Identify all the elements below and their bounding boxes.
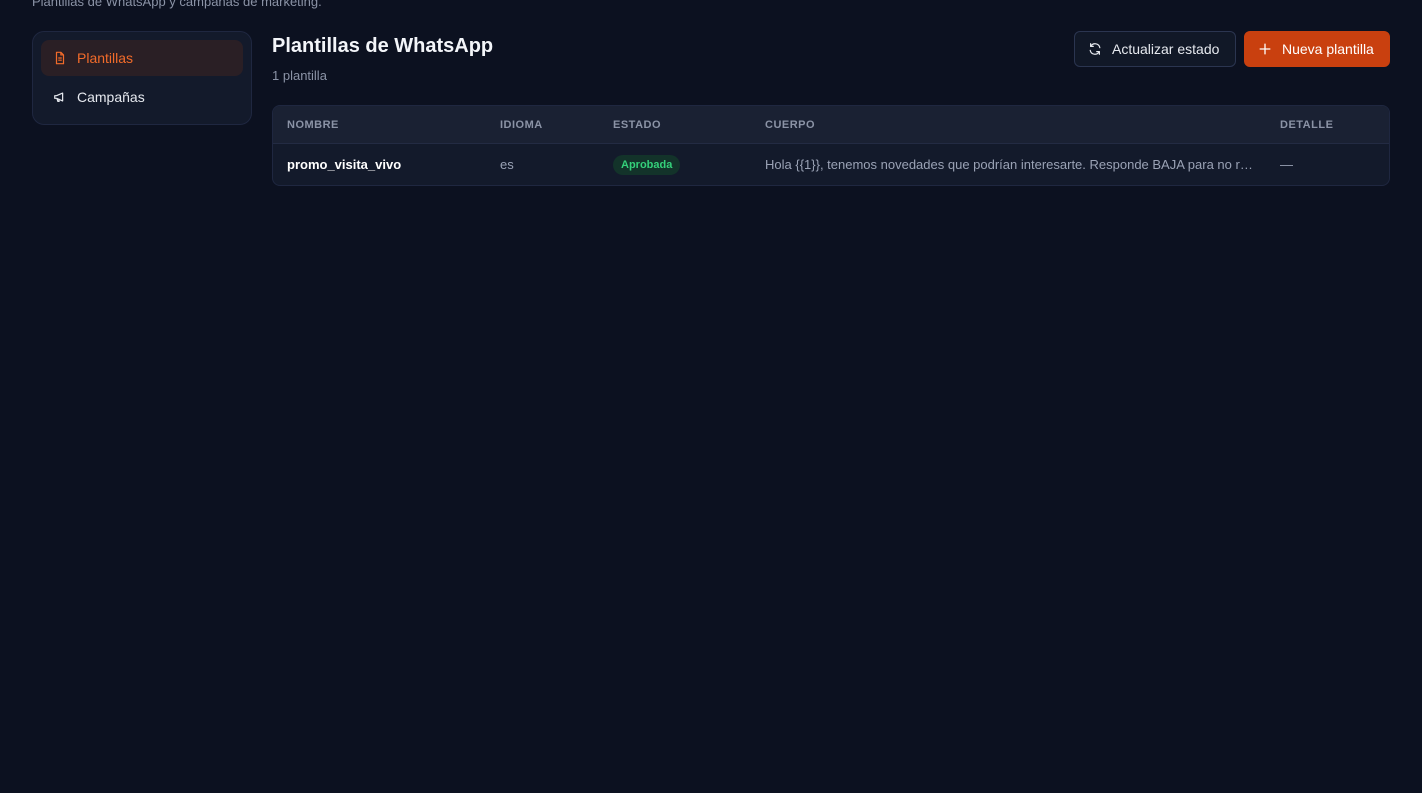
- table-row[interactable]: promo_visita_vivo es Aprobada Hola {{1}}…: [273, 144, 1389, 185]
- sidebar-item-plantillas[interactable]: Plantillas: [41, 40, 243, 76]
- sidebar-item-campanas[interactable]: Campañas: [41, 79, 243, 115]
- template-name: promo_visita_vivo: [287, 157, 402, 172]
- refresh-status-button[interactable]: Actualizar estado: [1074, 31, 1236, 67]
- plus-icon: [1259, 43, 1271, 55]
- status-badge: Aprobada: [613, 155, 681, 175]
- template-count: 1 plantilla: [272, 68, 327, 83]
- page-subtitle: Plantillas de WhatsApp y campañas de mar…: [32, 0, 322, 9]
- template-language: es: [500, 157, 514, 172]
- column-header-detalle[interactable]: DETALLE: [1280, 119, 1333, 131]
- template-body: Hola {{1}}, tenemos novedades que podría…: [765, 157, 1255, 172]
- new-template-label: Nueva plantilla: [1282, 41, 1374, 57]
- column-header-nombre[interactable]: NOMBRE: [287, 119, 339, 131]
- templates-table: NOMBRE IDIOMA ESTADO CUERPO DETALLE prom…: [272, 105, 1390, 186]
- refresh-icon: [1089, 43, 1101, 55]
- refresh-status-label: Actualizar estado: [1112, 41, 1220, 57]
- document-icon: [53, 51, 67, 65]
- megaphone-icon: [53, 90, 67, 104]
- template-detail: —: [1280, 157, 1293, 172]
- table-header: NOMBRE IDIOMA ESTADO CUERPO DETALLE: [273, 106, 1389, 144]
- column-header-estado[interactable]: ESTADO: [613, 119, 661, 131]
- column-header-cuerpo[interactable]: CUERPO: [765, 119, 1255, 131]
- sidebar-item-label: Plantillas: [77, 50, 134, 66]
- sidebar-item-label: Campañas: [77, 89, 145, 105]
- page-title: Plantillas de WhatsApp: [272, 35, 494, 57]
- sidebar: Plantillas Campañas: [32, 31, 252, 125]
- column-header-idioma[interactable]: IDIOMA: [500, 119, 543, 131]
- new-template-button[interactable]: Nueva plantilla: [1244, 31, 1390, 67]
